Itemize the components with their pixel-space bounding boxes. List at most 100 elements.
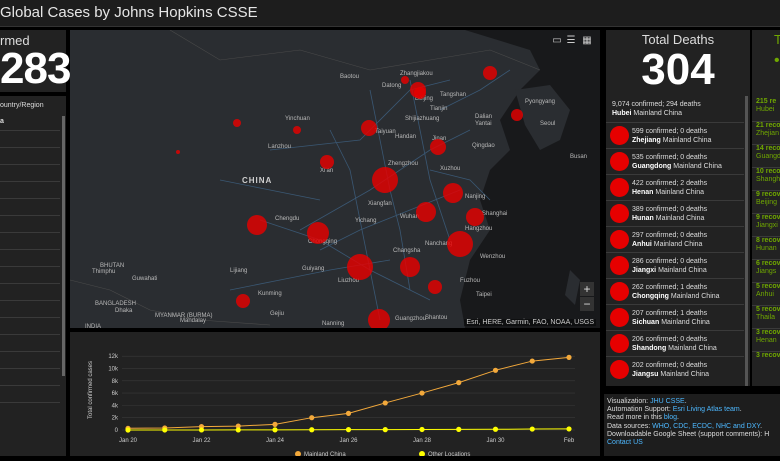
case-circle[interactable] bbox=[430, 139, 446, 155]
case-circle[interactable] bbox=[416, 202, 436, 222]
country-list-item[interactable] bbox=[0, 385, 60, 403]
chart-point bbox=[235, 427, 241, 433]
chart-point bbox=[309, 427, 315, 433]
case-circle[interactable] bbox=[401, 76, 409, 84]
city-label: Handan bbox=[395, 134, 416, 140]
death-marker-icon bbox=[610, 204, 629, 223]
case-circle[interactable] bbox=[293, 126, 301, 134]
country-list-scrollbar[interactable] bbox=[62, 116, 65, 376]
case-circle[interactable] bbox=[320, 155, 334, 169]
deaths-list-item[interactable]: 9,074 confirmed; 294 deaths Hubei Mainlan… bbox=[606, 100, 744, 122]
deaths-list-item[interactable]: 202 confirmed; 0 deaths Jiangsu Mainland … bbox=[606, 356, 744, 382]
case-circle[interactable] bbox=[400, 257, 420, 277]
case-circle[interactable] bbox=[447, 231, 473, 257]
auto-link[interactable]: Esri Living Atlas team bbox=[673, 406, 740, 413]
country-list-item[interactable] bbox=[0, 147, 60, 165]
recovered-place: Guangdo bbox=[756, 153, 780, 160]
basemap-gallery-icon[interactable]: ▦ bbox=[582, 36, 592, 46]
recovered-list-item[interactable]: 14 recoGuangdo bbox=[752, 144, 780, 167]
death-region: Mainland China bbox=[670, 293, 720, 300]
recovered-list-item[interactable]: 3 recov Henan bbox=[752, 328, 780, 351]
recovered-list-item[interactable]: 10 reco Shangh bbox=[752, 167, 780, 190]
map-canvas[interactable]: CHINA Baotou ZhangjiakouDatongBeijingYinc… bbox=[70, 30, 600, 328]
chart-point bbox=[198, 427, 205, 433]
chart-x-tick: Jan 28 bbox=[413, 438, 432, 444]
case-circle[interactable] bbox=[176, 150, 180, 154]
city-label: Qingdao bbox=[472, 143, 495, 149]
deaths-list-item[interactable]: 207 confirmed; 1 deaths Sichuan Mainland … bbox=[606, 304, 744, 330]
deaths-list-item[interactable]: 206 confirmed; 0 deaths Shandong Mainland… bbox=[606, 330, 744, 356]
country-list-item[interactable] bbox=[0, 351, 60, 369]
country-list-item[interactable] bbox=[0, 181, 60, 199]
country-list-item[interactable] bbox=[0, 198, 60, 216]
contact-link[interactable]: Contact US bbox=[607, 439, 643, 446]
country-list-item[interactable] bbox=[0, 402, 60, 420]
country-list-item[interactable] bbox=[0, 283, 60, 301]
chart-point bbox=[272, 427, 278, 433]
case-circle[interactable] bbox=[414, 87, 426, 99]
list-icon[interactable]: ☰ bbox=[566, 36, 576, 46]
sources-links[interactable]: WHO, CDC, ECDC, NHC and DXY bbox=[652, 423, 760, 430]
case-circle[interactable] bbox=[428, 280, 442, 294]
recovered-list-item[interactable]: 3 recov bbox=[752, 351, 780, 374]
city-label: Guwahati bbox=[132, 276, 157, 282]
vis-link[interactable]: JHU CSSE bbox=[650, 398, 685, 405]
country-list-item[interactable] bbox=[0, 215, 60, 233]
case-circle[interactable] bbox=[361, 120, 377, 136]
deaths-list-scrollbar[interactable] bbox=[745, 96, 748, 386]
deaths-list-item[interactable]: 422 confirmed; 2 deaths Henan Mainland Ch… bbox=[606, 174, 744, 200]
deaths-list-item[interactable]: 262 confirmed; 1 deaths Chongqing Mainlan… bbox=[606, 278, 744, 304]
country-list-item[interactable] bbox=[0, 130, 60, 148]
deaths-list-item[interactable]: 389 confirmed; 0 deaths Hunan Mainland Ch… bbox=[606, 200, 744, 226]
read-label: Read more in this bbox=[607, 414, 664, 422]
recovered-list-item[interactable]: 9 recov Beijing bbox=[752, 190, 780, 213]
zoom-out-button[interactable]: − bbox=[580, 297, 594, 311]
recovered-list-item[interactable]: 9 recov Jiangxi bbox=[752, 213, 780, 236]
case-circle[interactable] bbox=[233, 119, 241, 127]
death-region: Mainland China bbox=[662, 137, 712, 144]
deaths-list-item[interactable]: 535 confirmed; 0 deaths Guangdong Mainlan… bbox=[606, 148, 744, 174]
country-list-item[interactable] bbox=[0, 232, 60, 250]
deaths-list-item[interactable]: 286 confirmed; 0 deaths Jiangxi Mainland … bbox=[606, 252, 744, 278]
zoom-in-button[interactable]: + bbox=[580, 282, 594, 296]
recovered-list-item[interactable]: 8 recov Hunan bbox=[752, 236, 780, 259]
recovered-list-item[interactable]: 215 re Hubei bbox=[752, 98, 780, 120]
recovered-value-fragment-icon: • bbox=[774, 52, 780, 69]
blog-link[interactable]: blog bbox=[664, 414, 677, 421]
country-list-item[interactable] bbox=[0, 164, 60, 182]
country-list-item[interactable] bbox=[0, 300, 60, 318]
recovered-list-item[interactable]: 5 recov Thaila bbox=[752, 305, 780, 328]
city-label: Yichang bbox=[355, 218, 376, 224]
country-list-item[interactable] bbox=[0, 266, 60, 284]
bookmark-icon[interactable]: ▭ bbox=[552, 36, 562, 46]
case-circle[interactable] bbox=[247, 215, 267, 235]
country-list-item[interactable] bbox=[0, 317, 60, 335]
chart-x-tick: Jan 22 bbox=[192, 438, 211, 444]
map-view[interactable]: CHINA Baotou Zhangjiakou Datong Beijing Yinc… bbox=[70, 30, 600, 328]
case-circle[interactable] bbox=[483, 66, 497, 80]
recovered-list-item[interactable]: 21 reco Zhejian bbox=[752, 121, 780, 144]
recovered-list-item[interactable]: 5 recov Anhui bbox=[752, 282, 780, 305]
city-label: Baotou bbox=[340, 74, 359, 80]
case-circle[interactable] bbox=[347, 254, 373, 280]
country-list-item[interactable] bbox=[0, 249, 60, 267]
deaths-list-item[interactable]: 599 confirmed; 0 deaths Zhejiang Mainland… bbox=[606, 122, 744, 148]
city-label: Fuzhou bbox=[460, 278, 480, 284]
case-circle[interactable] bbox=[511, 109, 523, 121]
chart-point bbox=[492, 426, 499, 432]
case-circle[interactable] bbox=[372, 167, 398, 193]
case-circle[interactable] bbox=[443, 183, 463, 203]
country-list-item[interactable] bbox=[0, 368, 60, 386]
country-list-item[interactable] bbox=[0, 334, 60, 352]
recovered-list-item[interactable]: 6 recov Jiangs bbox=[752, 259, 780, 282]
case-circle[interactable] bbox=[236, 294, 250, 308]
case-circle[interactable] bbox=[466, 208, 484, 226]
deaths-list-item[interactable]: 297 confirmed; 0 deaths Anhui Mainland Ch… bbox=[606, 226, 744, 252]
chart-point bbox=[566, 354, 572, 360]
case-circle[interactable] bbox=[307, 222, 329, 244]
city-label: Yinchuan bbox=[285, 116, 310, 122]
region-label: BHUTAN bbox=[100, 263, 124, 269]
country-list-panel[interactable]: ountry/Region a bbox=[0, 96, 66, 456]
total-confirmed-panel: rmed 283 bbox=[0, 30, 71, 93]
total-confirmed-value: 283 bbox=[0, 44, 71, 93]
